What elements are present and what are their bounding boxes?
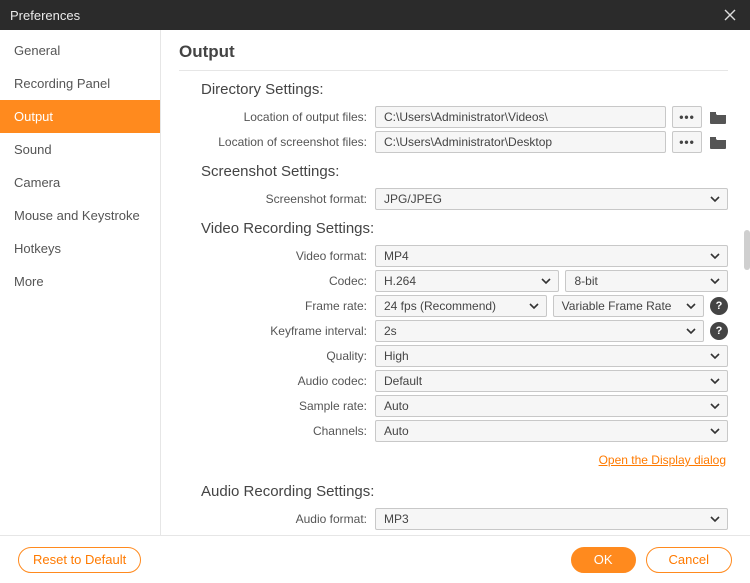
keyframe-interval-select[interactable]: 2s (375, 320, 704, 342)
label-keyframe: Keyframe interval: (179, 324, 375, 338)
chevron-down-icon (709, 513, 721, 525)
bit-depth-select[interactable]: 8-bit (565, 270, 728, 292)
channels-select[interactable]: Auto (375, 420, 728, 442)
sidebar-item-label: Output (14, 109, 53, 124)
ok-button[interactable]: OK (571, 547, 636, 573)
label-sample-rate: Sample rate: (179, 399, 375, 413)
sidebar: General Recording Panel Output Sound Cam… (0, 30, 160, 535)
sidebar-item-output[interactable]: Output (0, 100, 160, 133)
sidebar-item-mouse-keystroke[interactable]: Mouse and Keystroke (0, 199, 160, 232)
sidebar-item-label: More (14, 274, 44, 289)
label-video-format: Video format: (179, 249, 375, 263)
folder-icon (709, 135, 727, 149)
footer: Reset to Default OK Cancel (0, 535, 750, 583)
open-output-folder-button[interactable] (708, 107, 728, 127)
sidebar-item-general[interactable]: General (0, 34, 160, 67)
sidebar-item-recording-panel[interactable]: Recording Panel (0, 67, 160, 100)
chevron-down-icon (528, 300, 540, 312)
chevron-down-icon (709, 250, 721, 262)
label-framerate: Frame rate: (179, 299, 375, 313)
sample-rate-select[interactable]: Auto (375, 395, 728, 417)
label-quality: Quality: (179, 349, 375, 363)
chevron-down-icon (540, 275, 552, 287)
divider (179, 70, 728, 71)
close-icon (724, 9, 736, 21)
sidebar-item-label: Hotkeys (14, 241, 61, 256)
chevron-down-icon (709, 425, 721, 437)
keyframe-help-button[interactable]: ? (710, 322, 728, 340)
quality-select[interactable]: High (375, 345, 728, 367)
chevron-down-icon (685, 300, 697, 312)
audio-codec-select[interactable]: Default (375, 370, 728, 392)
framerate-select[interactable]: 24 fps (Recommend) (375, 295, 547, 317)
sidebar-item-label: Mouse and Keystroke (14, 208, 140, 223)
sidebar-item-label: Sound (14, 142, 52, 157)
framerate-help-button[interactable]: ? (710, 297, 728, 315)
sidebar-item-sound[interactable]: Sound (0, 133, 160, 166)
scrollbar[interactable] (744, 230, 750, 270)
sidebar-item-label: General (14, 43, 60, 58)
label-channels: Channels: (179, 424, 375, 438)
section-heading-video: Video Recording Settings: (201, 220, 728, 237)
cancel-button[interactable]: Cancel (646, 547, 732, 573)
sidebar-item-label: Recording Panel (14, 76, 110, 91)
section-heading-directory: Directory Settings: (201, 81, 728, 98)
chevron-down-icon (709, 350, 721, 362)
label-screenshot-location: Location of screenshot files: (179, 135, 375, 149)
sidebar-item-label: Camera (14, 175, 60, 190)
close-button[interactable] (720, 5, 740, 25)
titlebar: Preferences (0, 0, 750, 30)
browse-screenshot-button[interactable]: ••• (672, 131, 702, 153)
screenshot-format-select[interactable]: JPG/JPEG (375, 188, 728, 210)
page-title: Output (179, 42, 728, 62)
label-audio-codec: Audio codec: (179, 374, 375, 388)
open-display-dialog-link[interactable]: Open the Display dialog (599, 453, 726, 467)
open-screenshot-folder-button[interactable] (708, 132, 728, 152)
chevron-down-icon (709, 193, 721, 205)
label-audio-format: Audio format: (179, 512, 375, 526)
sidebar-item-hotkeys[interactable]: Hotkeys (0, 232, 160, 265)
label-codec: Codec: (179, 274, 375, 288)
section-heading-screenshot: Screenshot Settings: (201, 163, 728, 180)
label-screenshot-format: Screenshot format: (179, 192, 375, 206)
sidebar-item-more[interactable]: More (0, 265, 160, 298)
browse-output-button[interactable]: ••• (672, 106, 702, 128)
window-title: Preferences (10, 8, 80, 23)
framerate-mode-select[interactable]: Variable Frame Rate (553, 295, 704, 317)
chevron-down-icon (685, 325, 697, 337)
folder-icon (709, 110, 727, 124)
chevron-down-icon (709, 375, 721, 387)
reset-to-default-button[interactable]: Reset to Default (18, 547, 141, 573)
sidebar-item-camera[interactable]: Camera (0, 166, 160, 199)
codec-select[interactable]: H.264 (375, 270, 559, 292)
output-location-field[interactable]: C:\Users\Administrator\Videos\ (375, 106, 666, 128)
label-output-location: Location of output files: (179, 110, 375, 124)
audio-format-select[interactable]: MP3 (375, 508, 728, 530)
chevron-down-icon (709, 275, 721, 287)
screenshot-location-field[interactable]: C:\Users\Administrator\Desktop (375, 131, 666, 153)
chevron-down-icon (709, 400, 721, 412)
video-format-select[interactable]: MP4 (375, 245, 728, 267)
section-heading-audio: Audio Recording Settings: (201, 483, 728, 500)
main-panel: Output Directory Settings: Location of o… (161, 30, 750, 535)
